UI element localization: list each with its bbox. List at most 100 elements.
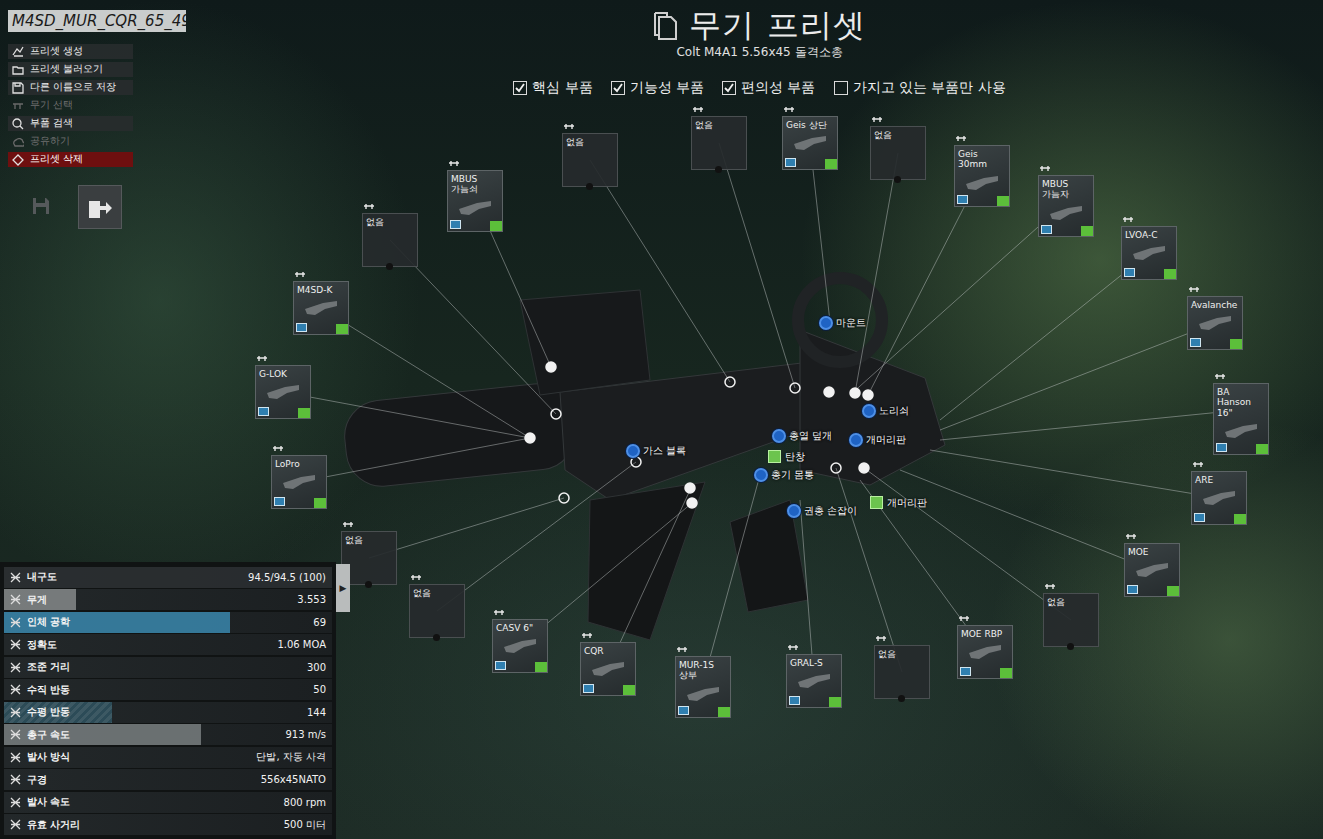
part-slot[interactable]: Geis 30mm <box>954 135 1010 207</box>
slot-marker[interactable]: 개머리판 <box>869 495 927 510</box>
attach-point[interactable] <box>546 362 556 372</box>
slot-box[interactable]: Avalanche <box>1187 296 1243 350</box>
attach-point[interactable] <box>850 388 860 398</box>
slot-box[interactable]: Geis 상단 <box>782 116 838 170</box>
part-slot[interactable]: 없음 <box>691 106 747 170</box>
part-slot[interactable]: 없음 <box>409 574 465 638</box>
menu-item[interactable]: 다른 이름으로 저장 <box>8 80 133 95</box>
part-slot[interactable]: LoPro <box>271 445 327 509</box>
slot-box[interactable]: MUR-1S 상부 <box>675 656 731 718</box>
attach-point[interactable] <box>725 377 735 387</box>
slot-box[interactable]: MBUS 가늠자 <box>1038 175 1094 237</box>
part-slot[interactable]: G-LOK <box>255 355 311 419</box>
part-slot[interactable]: ARE <box>1191 461 1247 525</box>
slot-box[interactable]: Geis 30mm <box>954 145 1010 207</box>
part-slot[interactable]: CASV 6" <box>492 609 548 673</box>
tool-buttons <box>20 185 336 229</box>
stats-panel: 내구도94.5/94.5 (100)무게3.553인체 공학69정확도1.06 … <box>0 562 336 839</box>
slot-box[interactable]: 없음 <box>870 126 926 180</box>
attach-point[interactable] <box>559 493 569 503</box>
slot-box[interactable]: 없음 <box>1043 593 1099 647</box>
cart-badge-icon <box>997 196 1009 206</box>
item-icon <box>1201 487 1237 507</box>
cart-badge-icon <box>1000 668 1012 678</box>
slot-box[interactable]: M4SD-K <box>293 281 349 335</box>
slot-box[interactable]: MOE RBP <box>957 625 1013 679</box>
slot-marker[interactable]: 노리쇠 <box>862 404 909 418</box>
slot-box[interactable]: GRAL-S <box>786 654 842 708</box>
filter-checkbox[interactable]: 가지고 있는 부품만 사용 <box>834 79 1006 97</box>
export-button[interactable] <box>78 185 122 229</box>
slot-marker[interactable]: 가스 블록 <box>626 444 686 458</box>
slot-box[interactable]: CQR <box>580 642 636 696</box>
slot-marker[interactable]: 총기 몸통 <box>754 468 814 482</box>
attach-point[interactable] <box>831 463 841 473</box>
attach-point[interactable] <box>551 409 561 419</box>
slot-box[interactable]: 없음 <box>874 645 930 699</box>
attach-point[interactable] <box>859 463 869 473</box>
part-slot[interactable]: Geis 상단 <box>782 106 838 170</box>
category-icon <box>693 106 703 114</box>
attach-point[interactable] <box>631 457 641 467</box>
part-slot[interactable]: 없음 <box>362 203 418 267</box>
attach-point[interactable] <box>824 387 834 397</box>
checkbox-box[interactable] <box>834 81 848 95</box>
slot-box[interactable]: MOE <box>1124 543 1180 597</box>
marker-icon <box>768 450 781 463</box>
menu-item[interactable]: 프리셋 불러오기 <box>8 62 133 77</box>
empty-mark <box>586 183 593 190</box>
part-slot[interactable]: 없음 <box>1043 583 1099 647</box>
connector-line <box>940 323 1215 430</box>
part-slot[interactable]: MOE <box>1124 533 1180 597</box>
part-slot[interactable]: MBUS 가늠쇠 <box>447 160 503 232</box>
part-slot[interactable]: 없음 <box>562 123 618 187</box>
slot-marker[interactable]: 권총 손잡이 <box>787 504 857 518</box>
slot-marker[interactable]: 총열 덮개 <box>772 429 832 443</box>
filter-checkbox[interactable]: 기능성 부품 <box>611 79 704 97</box>
checkbox-box[interactable] <box>611 81 625 95</box>
slot-box[interactable]: G-LOK <box>255 365 311 419</box>
slot-box[interactable]: ARE <box>1191 471 1247 525</box>
part-slot[interactable]: 없음 <box>870 116 926 180</box>
panel-toggle[interactable]: ▶ <box>336 564 350 612</box>
slot-box[interactable]: BA Hanson 16" <box>1213 383 1269 455</box>
slot-box[interactable]: 없음 <box>362 213 418 267</box>
attach-point[interactable] <box>863 390 873 400</box>
connector-line <box>940 410 1241 440</box>
checkbox-box[interactable] <box>722 81 736 95</box>
part-slot[interactable]: M4SD-K <box>293 271 349 335</box>
attach-point[interactable] <box>525 433 535 443</box>
part-slot[interactable]: LVOA-C <box>1121 216 1177 280</box>
part-slot[interactable]: Avalanche <box>1187 286 1243 350</box>
filter-checkbox[interactable]: 핵심 부품 <box>513 79 592 97</box>
slot-marker[interactable]: 탄창 <box>767 449 805 464</box>
menu-item[interactable]: 프리셋 생성 <box>8 44 133 59</box>
slot-marker[interactable]: 개머리판 <box>849 433 906 447</box>
slot-box[interactable]: 없음 <box>691 116 747 170</box>
slot-box[interactable]: 없음 <box>409 584 465 638</box>
slot-box[interactable]: LVOA-C <box>1121 226 1177 280</box>
part-slot[interactable]: MUR-1S 상부 <box>675 646 731 718</box>
slot-box[interactable]: 없음 <box>562 133 618 187</box>
menu-item[interactable]: 프리셋 삭제 <box>8 152 133 167</box>
slot-box[interactable]: MBUS 가늠쇠 <box>447 170 503 232</box>
part-slot[interactable]: 없음 <box>874 635 930 699</box>
menu-item[interactable]: 부품 검색 <box>8 116 133 131</box>
slot-box[interactable]: LoPro <box>271 455 327 509</box>
stat-row: 정확도1.06 MOA <box>4 634 332 655</box>
checkbox-box[interactable] <box>513 81 527 95</box>
type-badge-icon <box>1216 443 1227 452</box>
preset-name-field[interactable]: M4SD_MUR_CQR_65_49 <box>8 10 186 32</box>
slot-box[interactable]: CASV 6" <box>492 619 548 673</box>
attach-point[interactable] <box>790 383 800 393</box>
slot-label: MUR-1S 상부 <box>679 660 727 681</box>
attach-point[interactable] <box>687 498 697 508</box>
part-slot[interactable]: BA Hanson 16" <box>1213 373 1269 455</box>
filter-checkbox[interactable]: 편의성 부품 <box>722 79 815 97</box>
part-slot[interactable]: MBUS 가늠자 <box>1038 165 1094 237</box>
part-slot[interactable]: MOE RBP <box>957 615 1013 679</box>
slot-marker[interactable]: 마운트 <box>819 316 866 330</box>
part-slot[interactable]: GRAL-S <box>786 644 842 708</box>
attach-point[interactable] <box>685 483 695 493</box>
part-slot[interactable]: CQR <box>580 632 636 696</box>
